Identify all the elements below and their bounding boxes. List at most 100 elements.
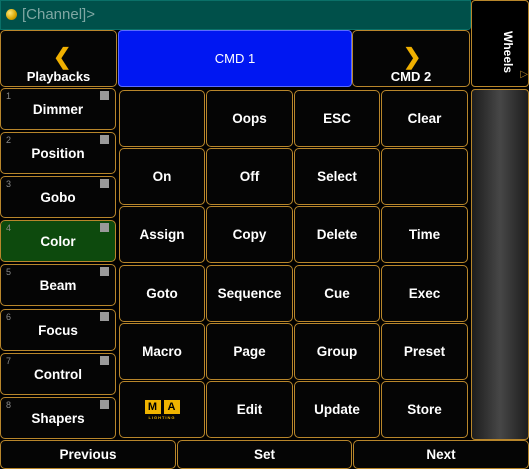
preset-label: Color bbox=[40, 233, 76, 249]
logo-letter-m: M bbox=[144, 399, 161, 414]
preset-indicator-icon bbox=[100, 312, 109, 321]
preset-label: Focus bbox=[38, 322, 78, 338]
preset-color-button[interactable]: 4 Color bbox=[0, 220, 116, 262]
blank-key[interactable] bbox=[381, 148, 468, 205]
key-label: Preset bbox=[403, 344, 446, 359]
chevron-right-icon: ❯ bbox=[403, 44, 422, 69]
key-clear-button[interactable]: Clear bbox=[381, 90, 468, 147]
key-store-button[interactable]: Store bbox=[381, 381, 468, 438]
playbacks-button[interactable]: ❮ Playbacks bbox=[0, 30, 117, 87]
key-preset-button[interactable]: Preset bbox=[381, 323, 468, 380]
key-label: Select bbox=[317, 169, 357, 184]
set-label: Set bbox=[253, 447, 275, 462]
key-label: Clear bbox=[407, 111, 442, 126]
chevron-left-icon: ❮ bbox=[53, 44, 72, 69]
preset-indicator-icon bbox=[100, 91, 109, 100]
key-copy-button[interactable]: Copy bbox=[206, 206, 293, 263]
ma-lighting-logo-icon: M A LIGHTING bbox=[144, 399, 180, 420]
ma-logo-key[interactable]: M A LIGHTING bbox=[119, 381, 205, 438]
preset-number: 8 bbox=[6, 400, 12, 410]
key-page-button[interactable]: Page bbox=[206, 323, 293, 380]
preset-number: 3 bbox=[6, 179, 12, 189]
key-label: ESC bbox=[323, 111, 351, 126]
preset-number: 6 bbox=[6, 312, 12, 322]
key-label: Cue bbox=[324, 286, 350, 301]
preset-gobo-button[interactable]: 3 Gobo bbox=[0, 176, 116, 218]
cmd2-button[interactable]: ❯ CMD 2 bbox=[352, 30, 470, 87]
key-select-button[interactable]: Select bbox=[294, 148, 380, 205]
key-exec-button[interactable]: Exec bbox=[381, 265, 468, 322]
key-label: Delete bbox=[316, 227, 358, 242]
key-label: Store bbox=[407, 402, 442, 417]
preset-label: Dimmer bbox=[32, 101, 84, 117]
preset-indicator-icon bbox=[100, 356, 109, 365]
status-dot-icon bbox=[6, 9, 17, 20]
next-button[interactable]: Next bbox=[353, 440, 529, 469]
key-label: Group bbox=[316, 344, 358, 359]
next-label: Next bbox=[426, 447, 456, 462]
command-line[interactable]: [Channel]> bbox=[0, 0, 471, 30]
key-edit-button[interactable]: Edit bbox=[206, 381, 293, 438]
preset-number: 4 bbox=[6, 223, 12, 233]
wheels-tab-label: Wheels bbox=[501, 31, 515, 74]
key-off-button[interactable]: Off bbox=[206, 148, 293, 205]
key-label: Off bbox=[239, 169, 260, 184]
key-esc-button[interactable]: ESC bbox=[294, 90, 380, 147]
preset-dimmer-button[interactable]: 1 Dimmer bbox=[0, 88, 116, 130]
key-oops-button[interactable]: Oops bbox=[206, 90, 293, 147]
key-label: On bbox=[152, 169, 172, 184]
triangle-right-icon: ▷ bbox=[520, 69, 528, 80]
key-label: Goto bbox=[146, 286, 178, 301]
key-label: Macro bbox=[142, 344, 182, 359]
preset-label: Shapers bbox=[31, 410, 85, 426]
key-label: Edit bbox=[236, 402, 263, 417]
cmd1-button[interactable]: CMD 1 bbox=[118, 30, 352, 87]
key-macro-button[interactable]: Macro bbox=[119, 323, 205, 380]
key-group-button[interactable]: Group bbox=[294, 323, 380, 380]
previous-button[interactable]: Previous bbox=[0, 440, 176, 469]
preset-number: 5 bbox=[6, 267, 12, 277]
preset-indicator-icon bbox=[100, 267, 109, 276]
preset-position-button[interactable]: 2 Position bbox=[0, 132, 116, 174]
key-label: Copy bbox=[232, 227, 267, 242]
set-button[interactable]: Set bbox=[177, 440, 352, 469]
preset-indicator-icon bbox=[100, 400, 109, 409]
preset-indicator-icon bbox=[100, 179, 109, 188]
key-label: Update bbox=[314, 402, 360, 417]
key-time-button[interactable]: Time bbox=[381, 206, 468, 263]
key-label: Page bbox=[233, 344, 266, 359]
preset-control-button[interactable]: 7 Control bbox=[0, 353, 116, 395]
key-label: Oops bbox=[232, 111, 267, 126]
key-goto-button[interactable]: Goto bbox=[119, 265, 205, 322]
preset-label: Control bbox=[34, 366, 82, 382]
blank-key[interactable] bbox=[119, 90, 205, 147]
preset-shapers-button[interactable]: 8 Shapers bbox=[0, 397, 116, 439]
logo-subtitle: LIGHTING bbox=[148, 414, 176, 420]
cmd2-label: CMD 2 bbox=[390, 69, 432, 84]
key-assign-button[interactable]: Assign bbox=[119, 206, 205, 263]
key-delete-button[interactable]: Delete bbox=[294, 206, 380, 263]
playbacks-label: Playbacks bbox=[26, 69, 91, 84]
encoder-wheel-area[interactable] bbox=[471, 89, 529, 440]
key-update-button[interactable]: Update bbox=[294, 381, 380, 438]
preset-number: 2 bbox=[6, 135, 12, 145]
preset-label: Position bbox=[31, 145, 85, 161]
key-sequence-button[interactable]: Sequence bbox=[206, 265, 293, 322]
preset-label: Beam bbox=[39, 277, 77, 293]
key-label: Sequence bbox=[217, 286, 282, 301]
key-on-button[interactable]: On bbox=[119, 148, 205, 205]
preset-beam-button[interactable]: 5 Beam bbox=[0, 264, 116, 306]
key-label: Assign bbox=[139, 227, 185, 242]
wheels-tab[interactable]: Wheels ▷ bbox=[471, 0, 529, 87]
logo-letter-a: A bbox=[163, 399, 180, 414]
key-label: Time bbox=[408, 227, 441, 242]
key-cue-button[interactable]: Cue bbox=[294, 265, 380, 322]
cmd1-label: CMD 1 bbox=[214, 51, 256, 66]
preset-indicator-icon bbox=[100, 135, 109, 144]
preset-focus-button[interactable]: 6 Focus bbox=[0, 309, 116, 351]
preset-indicator-icon bbox=[100, 223, 109, 232]
command-line-text: [Channel]> bbox=[22, 6, 95, 23]
previous-label: Previous bbox=[59, 447, 117, 462]
preset-number: 1 bbox=[6, 91, 12, 101]
preset-number: 7 bbox=[6, 356, 12, 366]
